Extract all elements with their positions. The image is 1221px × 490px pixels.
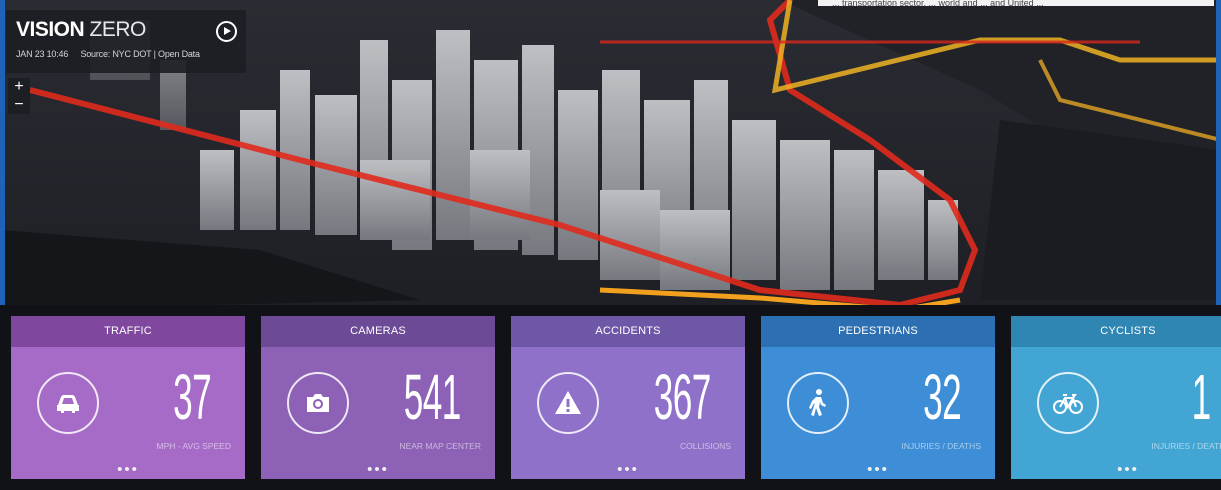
card-label: MPH - AVG SPEED — [156, 441, 231, 451]
zoom-out-button[interactable]: − — [8, 96, 30, 114]
card-value: 37 — [172, 361, 212, 433]
app-title: VISION ZERO — [16, 18, 236, 42]
card-label: INJURIES / DEATHS — [1151, 441, 1221, 451]
more-button[interactable]: ••• — [11, 462, 245, 477]
warning-icon — [537, 372, 599, 434]
more-button[interactable]: ••• — [761, 462, 995, 477]
card-label: COLLISIONS — [679, 441, 731, 451]
card-body: 37 MPH - AVG SPEED ••• — [11, 347, 245, 479]
app-title-light: ZERO — [89, 18, 147, 41]
card-body: 1 INJURIES / DEATHS ••• — [1011, 347, 1221, 479]
more-button[interactable]: ••• — [261, 462, 495, 477]
car-icon — [37, 372, 99, 434]
data-source: Source: NYC DOT | Open Data — [80, 49, 200, 59]
card-title: CAMERAS — [261, 316, 495, 347]
card-value: 1 — [1191, 361, 1212, 433]
card-cyclists[interactable]: CYCLISTS 1 INJURIES / DEATHS ••• — [1011, 316, 1221, 479]
pedestrian-icon — [787, 372, 849, 434]
card-title: ACCIDENTS — [511, 316, 745, 347]
card-value: 367 — [653, 361, 712, 433]
app-title-bold: VISION — [16, 18, 85, 41]
card-value: 541 — [403, 361, 462, 433]
zoom-in-button[interactable]: + — [8, 78, 30, 96]
more-button[interactable]: ••• — [1011, 462, 1221, 477]
top-banner: ... transportation sector, ... world and… — [818, 0, 1214, 6]
card-label: INJURIES / DEATHS — [901, 441, 981, 451]
card-pedestrians[interactable]: PEDESTRIANS 32 INJURIES / DEATHS ••• — [761, 316, 995, 479]
brand-meta: JAN 23 10:46 Source: NYC DOT | Open Data — [16, 49, 236, 59]
zoom-control: + − — [8, 78, 30, 114]
camera-icon — [287, 372, 349, 434]
timestamp: JAN 23 10:46 — [16, 49, 69, 59]
card-body: 367 COLLISIONS ••• — [511, 347, 745, 479]
card-title: CYCLISTS — [1011, 316, 1221, 347]
card-label: NEAR MAP CENTER — [399, 441, 481, 451]
card-title: TRAFFIC — [11, 316, 245, 347]
card-body: 32 INJURIES / DEATHS ••• — [761, 347, 995, 479]
bicycle-icon — [1037, 372, 1099, 434]
card-traffic[interactable]: TRAFFIC 37 MPH - AVG SPEED ••• — [11, 316, 245, 479]
brand-panel: VISION ZERO JAN 23 10:46 Source: NYC DOT… — [6, 10, 246, 73]
more-button[interactable]: ••• — [511, 462, 745, 477]
card-body: 541 NEAR MAP CENTER ••• — [261, 347, 495, 479]
card-cameras[interactable]: CAMERAS 541 NEAR MAP CENTER ••• — [261, 316, 495, 479]
card-accidents[interactable]: ACCIDENTS 367 COLLISIONS ••• — [511, 316, 745, 479]
play-icon[interactable] — [216, 21, 237, 42]
card-value: 32 — [922, 361, 962, 433]
card-title: PEDESTRIANS — [761, 316, 995, 347]
